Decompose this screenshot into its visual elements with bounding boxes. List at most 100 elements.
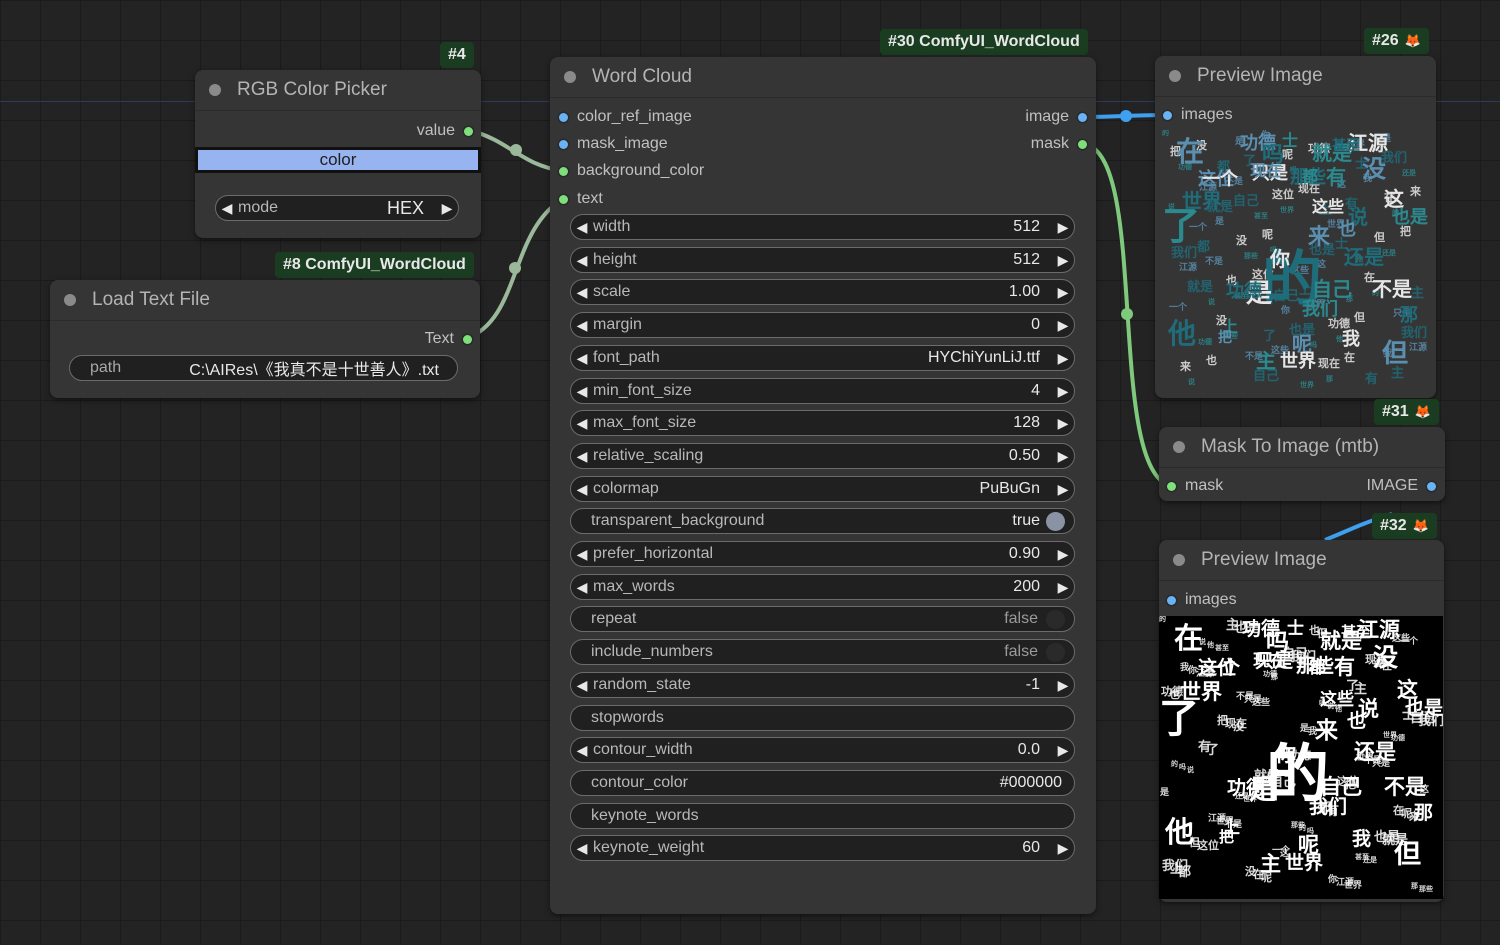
arrow-right-icon[interactable]: ▶: [1052, 317, 1074, 334]
input-images[interactable]: images: [1163, 104, 1233, 126]
input-mask-image[interactable]: mask_image: [559, 133, 668, 155]
input-slot-icon[interactable]: [559, 139, 568, 149]
arrow-left-icon[interactable]: ◀: [571, 546, 593, 563]
arrow-left-icon[interactable]: ◀: [571, 252, 593, 269]
arrow-right-icon[interactable]: ▶: [1052, 284, 1074, 301]
arrow-left-icon[interactable]: ◀: [571, 219, 593, 236]
arrow-right-icon[interactable]: ▶: [1052, 448, 1074, 465]
color-swatch[interactable]: color: [198, 150, 478, 170]
arrow-left-icon[interactable]: ◀: [571, 677, 593, 694]
arrow-left-icon[interactable]: ◀: [216, 200, 238, 217]
mask-preview-image[interactable]: 不是说我们在世界吗自己没江源的士现在你那些 就是把我那也是 这位是功德主但这世界了也…: [1159, 616, 1443, 899]
arrow-left-icon[interactable]: ◀: [571, 481, 593, 498]
node-title-bar[interactable]: Mask To Image (mtb): [1159, 427, 1445, 468]
widget-contour-width[interactable]: ◀ contour_width 0.0 ▶: [570, 737, 1075, 763]
output-slot-icon[interactable]: [1427, 481, 1436, 491]
collapse-dot-icon[interactable]: [209, 84, 221, 96]
widget-relative-scaling[interactable]: ◀ relative_scaling 0.50 ▶: [570, 443, 1075, 469]
output-mask[interactable]: mask: [1031, 133, 1087, 155]
arrow-right-icon[interactable]: ▶: [1052, 546, 1074, 563]
arrow-right-icon[interactable]: ▶: [1052, 415, 1074, 432]
word-cloud-node[interactable]: Word Cloud color_ref_image mask_image ba…: [550, 57, 1096, 914]
output-value[interactable]: value: [417, 120, 473, 142]
node-title-bar[interactable]: Preview Image: [1155, 56, 1436, 97]
wordcloud-preview-image[interactable]: 不是说我们在世界吗自己没江源的士现在你那些 就是把我那也是 这位是功德主但这世界了也…: [1162, 130, 1428, 396]
widget-height[interactable]: ◀ height 512 ▶: [570, 247, 1075, 273]
arrow-right-icon[interactable]: ▶: [1052, 742, 1074, 759]
arrow-left-icon[interactable]: ◀: [571, 579, 593, 596]
node-title-bar[interactable]: RGB Color Picker: [195, 70, 481, 111]
arrow-left-icon[interactable]: ◀: [571, 742, 593, 759]
widget-contour-color[interactable]: contour_color #000000: [570, 770, 1075, 796]
input-background-color[interactable]: background_color: [559, 160, 704, 182]
arrow-right-icon[interactable]: ▶: [1052, 350, 1074, 367]
widget-transparent-background[interactable]: transparent_background true: [570, 508, 1075, 534]
output-image[interactable]: IMAGE: [1366, 475, 1436, 497]
arrow-right-icon[interactable]: ▶: [1052, 579, 1074, 596]
input-slot-icon[interactable]: [1167, 481, 1176, 491]
arrow-right-icon[interactable]: ▶: [1052, 252, 1074, 269]
arrow-left-icon[interactable]: ◀: [571, 383, 593, 400]
input-slot-icon[interactable]: [1163, 110, 1172, 120]
node-title-bar[interactable]: Word Cloud: [550, 57, 1096, 98]
widget-keynote-words[interactable]: keynote_words: [570, 803, 1075, 829]
collapse-dot-icon[interactable]: [64, 294, 76, 306]
preview-image-node[interactable]: Preview Image images 不是说我们在世界吗自己没江源的士现在你…: [1159, 540, 1444, 902]
widget-scale[interactable]: ◀ scale 1.00 ▶: [570, 279, 1075, 305]
arrow-left-icon[interactable]: ◀: [571, 284, 593, 301]
input-slot-icon[interactable]: [1167, 595, 1176, 605]
input-slot-icon[interactable]: [559, 166, 568, 176]
input-text[interactable]: text: [559, 188, 603, 210]
mode-combo[interactable]: ◀ mode HEX ▶: [215, 195, 459, 221]
arrow-right-icon[interactable]: ▶: [1052, 677, 1074, 694]
widget-include-numbers[interactable]: include_numbers false: [570, 639, 1075, 665]
arrow-right-icon[interactable]: ▶: [1052, 481, 1074, 498]
widget-repeat[interactable]: repeat false: [570, 606, 1075, 632]
output-text[interactable]: Text: [425, 328, 472, 350]
mask-to-image-node[interactable]: Mask To Image (mtb) mask IMAGE: [1159, 427, 1445, 501]
widget-max-font-size[interactable]: ◀ max_font_size 128 ▶: [570, 410, 1075, 436]
arrow-right-icon[interactable]: ▶: [436, 200, 458, 217]
arrow-right-icon[interactable]: ▶: [1052, 219, 1074, 236]
rgb-color-picker-node[interactable]: RGB Color Picker value color ◀ mode HEX …: [195, 70, 481, 238]
arrow-left-icon[interactable]: ◀: [571, 415, 593, 432]
input-slot-icon[interactable]: [559, 194, 568, 204]
toggle-indicator-icon[interactable]: [1046, 642, 1065, 662]
output-image[interactable]: image: [1025, 106, 1087, 128]
node-title-bar[interactable]: Preview Image: [1159, 540, 1444, 581]
widget-max-words[interactable]: ◀ max_words 200 ▶: [570, 574, 1075, 600]
collapse-dot-icon[interactable]: [564, 71, 576, 83]
widget-width[interactable]: ◀ width 512 ▶: [570, 214, 1075, 240]
widget-prefer-horizontal[interactable]: ◀ prefer_horizontal 0.90 ▶: [570, 541, 1075, 567]
widget-font-path[interactable]: ◀ font_path HYChiYunLiJ.ttf ▶: [570, 345, 1075, 371]
output-slot-icon[interactable]: [464, 126, 473, 136]
arrow-left-icon[interactable]: ◀: [571, 840, 593, 857]
color-swatch-widget[interactable]: color: [195, 147, 481, 173]
arrow-right-icon[interactable]: ▶: [1052, 840, 1074, 857]
widget-margin[interactable]: ◀ margin 0 ▶: [570, 312, 1075, 338]
input-mask[interactable]: mask: [1167, 475, 1223, 497]
preview-image-node[interactable]: Preview Image images 不是说我们在世界吗自己没江源的士现在你…: [1155, 56, 1436, 398]
path-field[interactable]: path C:\AIRes\《我真不是十世善人》.txt: [69, 355, 458, 381]
output-slot-icon[interactable]: [1078, 112, 1087, 122]
load-text-file-node[interactable]: Load Text File Text path C:\AIRes\《我真不是十…: [50, 280, 480, 398]
widget-colormap[interactable]: ◀ colormap PuBuGn ▶: [570, 476, 1075, 502]
widget-min-font-size[interactable]: ◀ min_font_size 4 ▶: [570, 378, 1075, 404]
input-images[interactable]: images: [1167, 589, 1237, 611]
input-slot-icon[interactable]: [559, 112, 568, 122]
arrow-left-icon[interactable]: ◀: [571, 448, 593, 465]
node-title-bar[interactable]: Load Text File: [50, 280, 480, 321]
widget-keynote-weight[interactable]: ◀ keynote_weight 60 ▶: [570, 835, 1075, 861]
arrow-right-icon[interactable]: ▶: [1052, 383, 1074, 400]
output-slot-icon[interactable]: [1078, 139, 1087, 149]
arrow-left-icon[interactable]: ◀: [571, 350, 593, 367]
collapse-dot-icon[interactable]: [1169, 70, 1181, 82]
toggle-indicator-icon[interactable]: [1046, 511, 1065, 531]
input-color-ref-image[interactable]: color_ref_image: [559, 106, 692, 128]
collapse-dot-icon[interactable]: [1173, 441, 1185, 453]
output-slot-icon[interactable]: [463, 334, 472, 344]
arrow-left-icon[interactable]: ◀: [571, 317, 593, 334]
collapse-dot-icon[interactable]: [1173, 554, 1185, 566]
widget-stopwords[interactable]: stopwords: [570, 705, 1075, 731]
widget-random-state[interactable]: ◀ random_state -1 ▶: [570, 672, 1075, 698]
